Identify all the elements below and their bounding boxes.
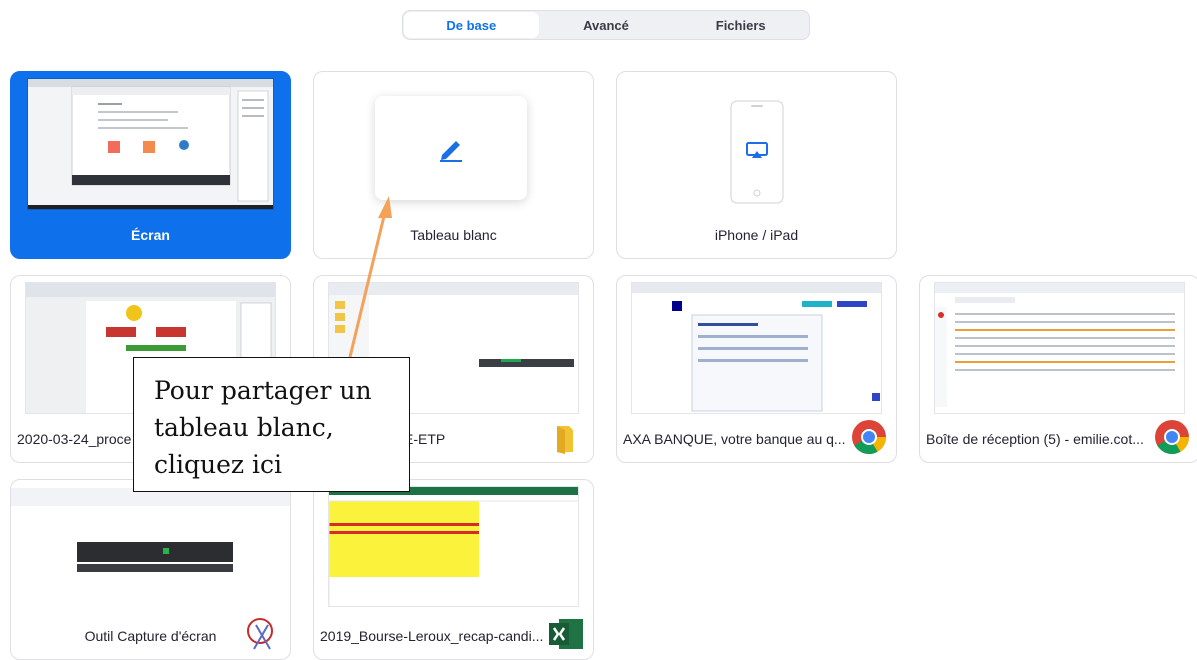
tab-basic[interactable]: De base	[404, 12, 539, 38]
mail-window-thumbnail	[934, 282, 1185, 414]
tab-advanced[interactable]: Avancé	[539, 12, 674, 38]
share-iphone-ipad-tile[interactable]: iPhone / iPad	[616, 71, 897, 259]
chrome-icon	[1155, 420, 1189, 454]
excel-icon	[549, 619, 583, 649]
screen-preview-image	[28, 79, 273, 209]
folder-icon	[557, 426, 573, 454]
whiteboard-card	[375, 96, 527, 200]
share-whiteboard-label: Tableau blanc	[410, 227, 497, 243]
chrome-icon	[852, 420, 886, 454]
axa-window-preview	[632, 283, 881, 413]
screen-preview-thumbnail	[27, 78, 274, 210]
share-window-excel-tile[interactable]: 2019_Bourse-Leroux_recap-candi...	[313, 479, 594, 660]
share-iphone-ipad-label: iPhone / iPad	[714, 227, 799, 243]
axa-window-thumbnail	[631, 282, 882, 414]
pencil-icon	[440, 141, 462, 162]
share-window-axa-tile[interactable]: AXA BANQUE, votre banque au q...	[616, 275, 897, 463]
mail-window-preview	[935, 283, 1184, 413]
callout-line-1: Pour partager un	[154, 376, 372, 405]
share-screen-label: Écran	[131, 227, 170, 243]
snipping-window-thumbnail	[11, 488, 290, 605]
excel-window-thumbnail	[328, 486, 579, 607]
phone-icon	[730, 100, 784, 204]
share-window-snipping-tile[interactable]: Outil Capture d'écran	[10, 479, 291, 660]
share-tab-bar: De base Avancé Fichiers	[402, 10, 810, 40]
whiteboard-callout: Pour partager un tableau blanc, cliquez …	[133, 357, 410, 492]
snipping-window-preview	[11, 488, 290, 605]
share-whiteboard-tile[interactable]: Tableau blanc	[313, 71, 594, 259]
snipping-tool-icon	[247, 618, 273, 650]
excel-window-preview	[329, 487, 578, 606]
share-screen-tile[interactable]: Écran	[10, 71, 291, 259]
callout-line-2: tableau blanc,	[154, 413, 334, 442]
callout-line-3: cliquez ici	[154, 450, 283, 479]
tab-files[interactable]: Fichiers	[673, 12, 808, 38]
share-window-mail-tile[interactable]: Boîte de réception (5) - emilie.cot...	[919, 275, 1197, 463]
